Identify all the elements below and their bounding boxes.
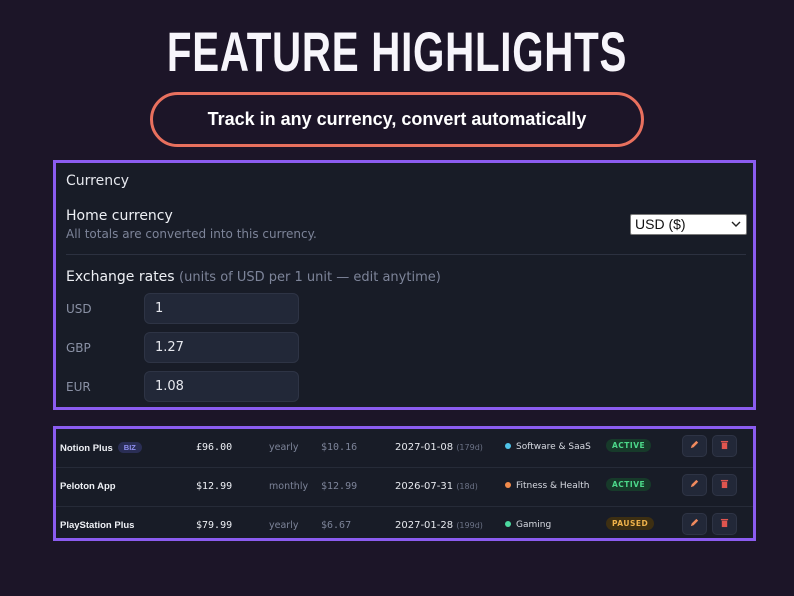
trash-icon bbox=[720, 479, 729, 492]
home-currency-value: USD ($) bbox=[635, 216, 686, 232]
category-text: Fitness & Health bbox=[516, 481, 590, 491]
delete-button[interactable] bbox=[712, 513, 737, 535]
subscription-price: £96.00 bbox=[196, 442, 233, 453]
home-currency-label: Home currency bbox=[66, 208, 173, 224]
pencil-icon bbox=[689, 517, 700, 531]
renewal-date: 2027-01-28 (199d) bbox=[395, 520, 483, 531]
exchange-rates-hint: (units of USD per 1 unit — edit anytime) bbox=[179, 270, 441, 285]
subscription-price: $12.99 bbox=[196, 481, 233, 492]
renewal-date-text: 2027-01-08 bbox=[395, 442, 454, 453]
pencil-icon bbox=[689, 439, 700, 453]
edit-button[interactable] bbox=[682, 474, 707, 496]
table-row: Notion Plus BIZ £96.00 yearly $10.16 2027… bbox=[56, 429, 753, 468]
edit-button[interactable] bbox=[682, 513, 707, 535]
monthly-cost: $12.99 bbox=[321, 481, 358, 492]
trash-icon bbox=[720, 518, 729, 531]
delete-button[interactable] bbox=[712, 474, 737, 496]
category: Fitness & Health bbox=[505, 481, 589, 491]
category-text: Gaming bbox=[516, 520, 552, 530]
tagline-text: Track in any currency, convert automatic… bbox=[207, 109, 587, 129]
tagline-pill: Track in any currency, convert automatic… bbox=[150, 92, 644, 147]
category-dot bbox=[505, 521, 511, 527]
subscription-price: $79.99 bbox=[196, 520, 233, 531]
rate-currency-code: EUR bbox=[66, 380, 91, 394]
category-dot bbox=[505, 443, 511, 449]
days-remaining: (18d) bbox=[456, 482, 478, 491]
status-badge: PAUSED bbox=[606, 517, 655, 530]
rate-input-gbp[interactable]: 1.27 bbox=[144, 332, 299, 363]
subscription-name-text: Notion Plus bbox=[60, 443, 113, 454]
monthly-cost: $6.67 bbox=[321, 520, 352, 531]
trash-icon bbox=[720, 440, 729, 453]
rate-currency-code: USD bbox=[66, 302, 92, 316]
billing-cycle: yearly bbox=[269, 442, 299, 453]
subscription-name: Peloton App bbox=[60, 481, 116, 492]
rate-input-eur[interactable]: 1.08 bbox=[144, 371, 299, 402]
delete-button[interactable] bbox=[712, 435, 737, 457]
category-dot bbox=[505, 482, 511, 488]
renewal-date: 2027-01-08 (179d) bbox=[395, 442, 483, 453]
chevron-down-icon bbox=[731, 217, 741, 236]
subscription-name: Notion Plus BIZ bbox=[60, 442, 142, 454]
rate-row-eur: EUR 1.08 bbox=[66, 371, 306, 403]
subscriptions-table: Notion Plus BIZ £96.00 yearly $10.16 2027… bbox=[53, 426, 756, 541]
divider bbox=[66, 254, 746, 255]
pencil-icon bbox=[689, 478, 700, 492]
rate-input-usd[interactable]: 1 bbox=[144, 293, 299, 324]
rate-currency-code: GBP bbox=[66, 341, 91, 355]
billing-cycle: monthly bbox=[269, 481, 309, 492]
renewal-date-text: 2026-07-31 bbox=[395, 481, 454, 492]
biz-badge: BIZ bbox=[117, 442, 142, 453]
rate-row-usd: USD 1 bbox=[66, 293, 306, 325]
category-text: Software & SaaS bbox=[516, 442, 591, 452]
subscription-name: PlayStation Plus bbox=[60, 520, 135, 531]
renewal-date-text: 2027-01-28 bbox=[395, 520, 454, 531]
days-remaining: (199d) bbox=[456, 521, 483, 530]
renewal-date: 2026-07-31 (18d) bbox=[395, 481, 478, 492]
currency-settings-panel: Currency Home currency All totals are co… bbox=[53, 160, 756, 410]
status-badge: ACTIVE bbox=[606, 439, 652, 452]
category: Gaming bbox=[505, 520, 551, 530]
section-title: Currency bbox=[66, 173, 130, 189]
exchange-rates-label: Exchange rates (units of USD per 1 unit … bbox=[66, 269, 441, 285]
edit-button[interactable] bbox=[682, 435, 707, 457]
table-row: Peloton App $12.99 monthly $12.99 2026-0… bbox=[56, 468, 753, 507]
monthly-cost: $10.16 bbox=[321, 442, 358, 453]
status-badge: ACTIVE bbox=[606, 478, 652, 491]
home-currency-description: All totals are converted into this curre… bbox=[66, 227, 317, 241]
page-title: FEATURE HIGHLIGHTS bbox=[166, 20, 628, 83]
category: Software & SaaS bbox=[505, 442, 591, 452]
home-currency-select[interactable]: USD ($) bbox=[630, 214, 747, 235]
table-row: PlayStation Plus $79.99 yearly $6.67 202… bbox=[56, 507, 753, 546]
billing-cycle: yearly bbox=[269, 520, 299, 531]
rate-row-gbp: GBP 1.27 bbox=[66, 332, 306, 364]
days-remaining: (179d) bbox=[456, 443, 483, 452]
exchange-rates-title: Exchange rates bbox=[66, 269, 175, 285]
